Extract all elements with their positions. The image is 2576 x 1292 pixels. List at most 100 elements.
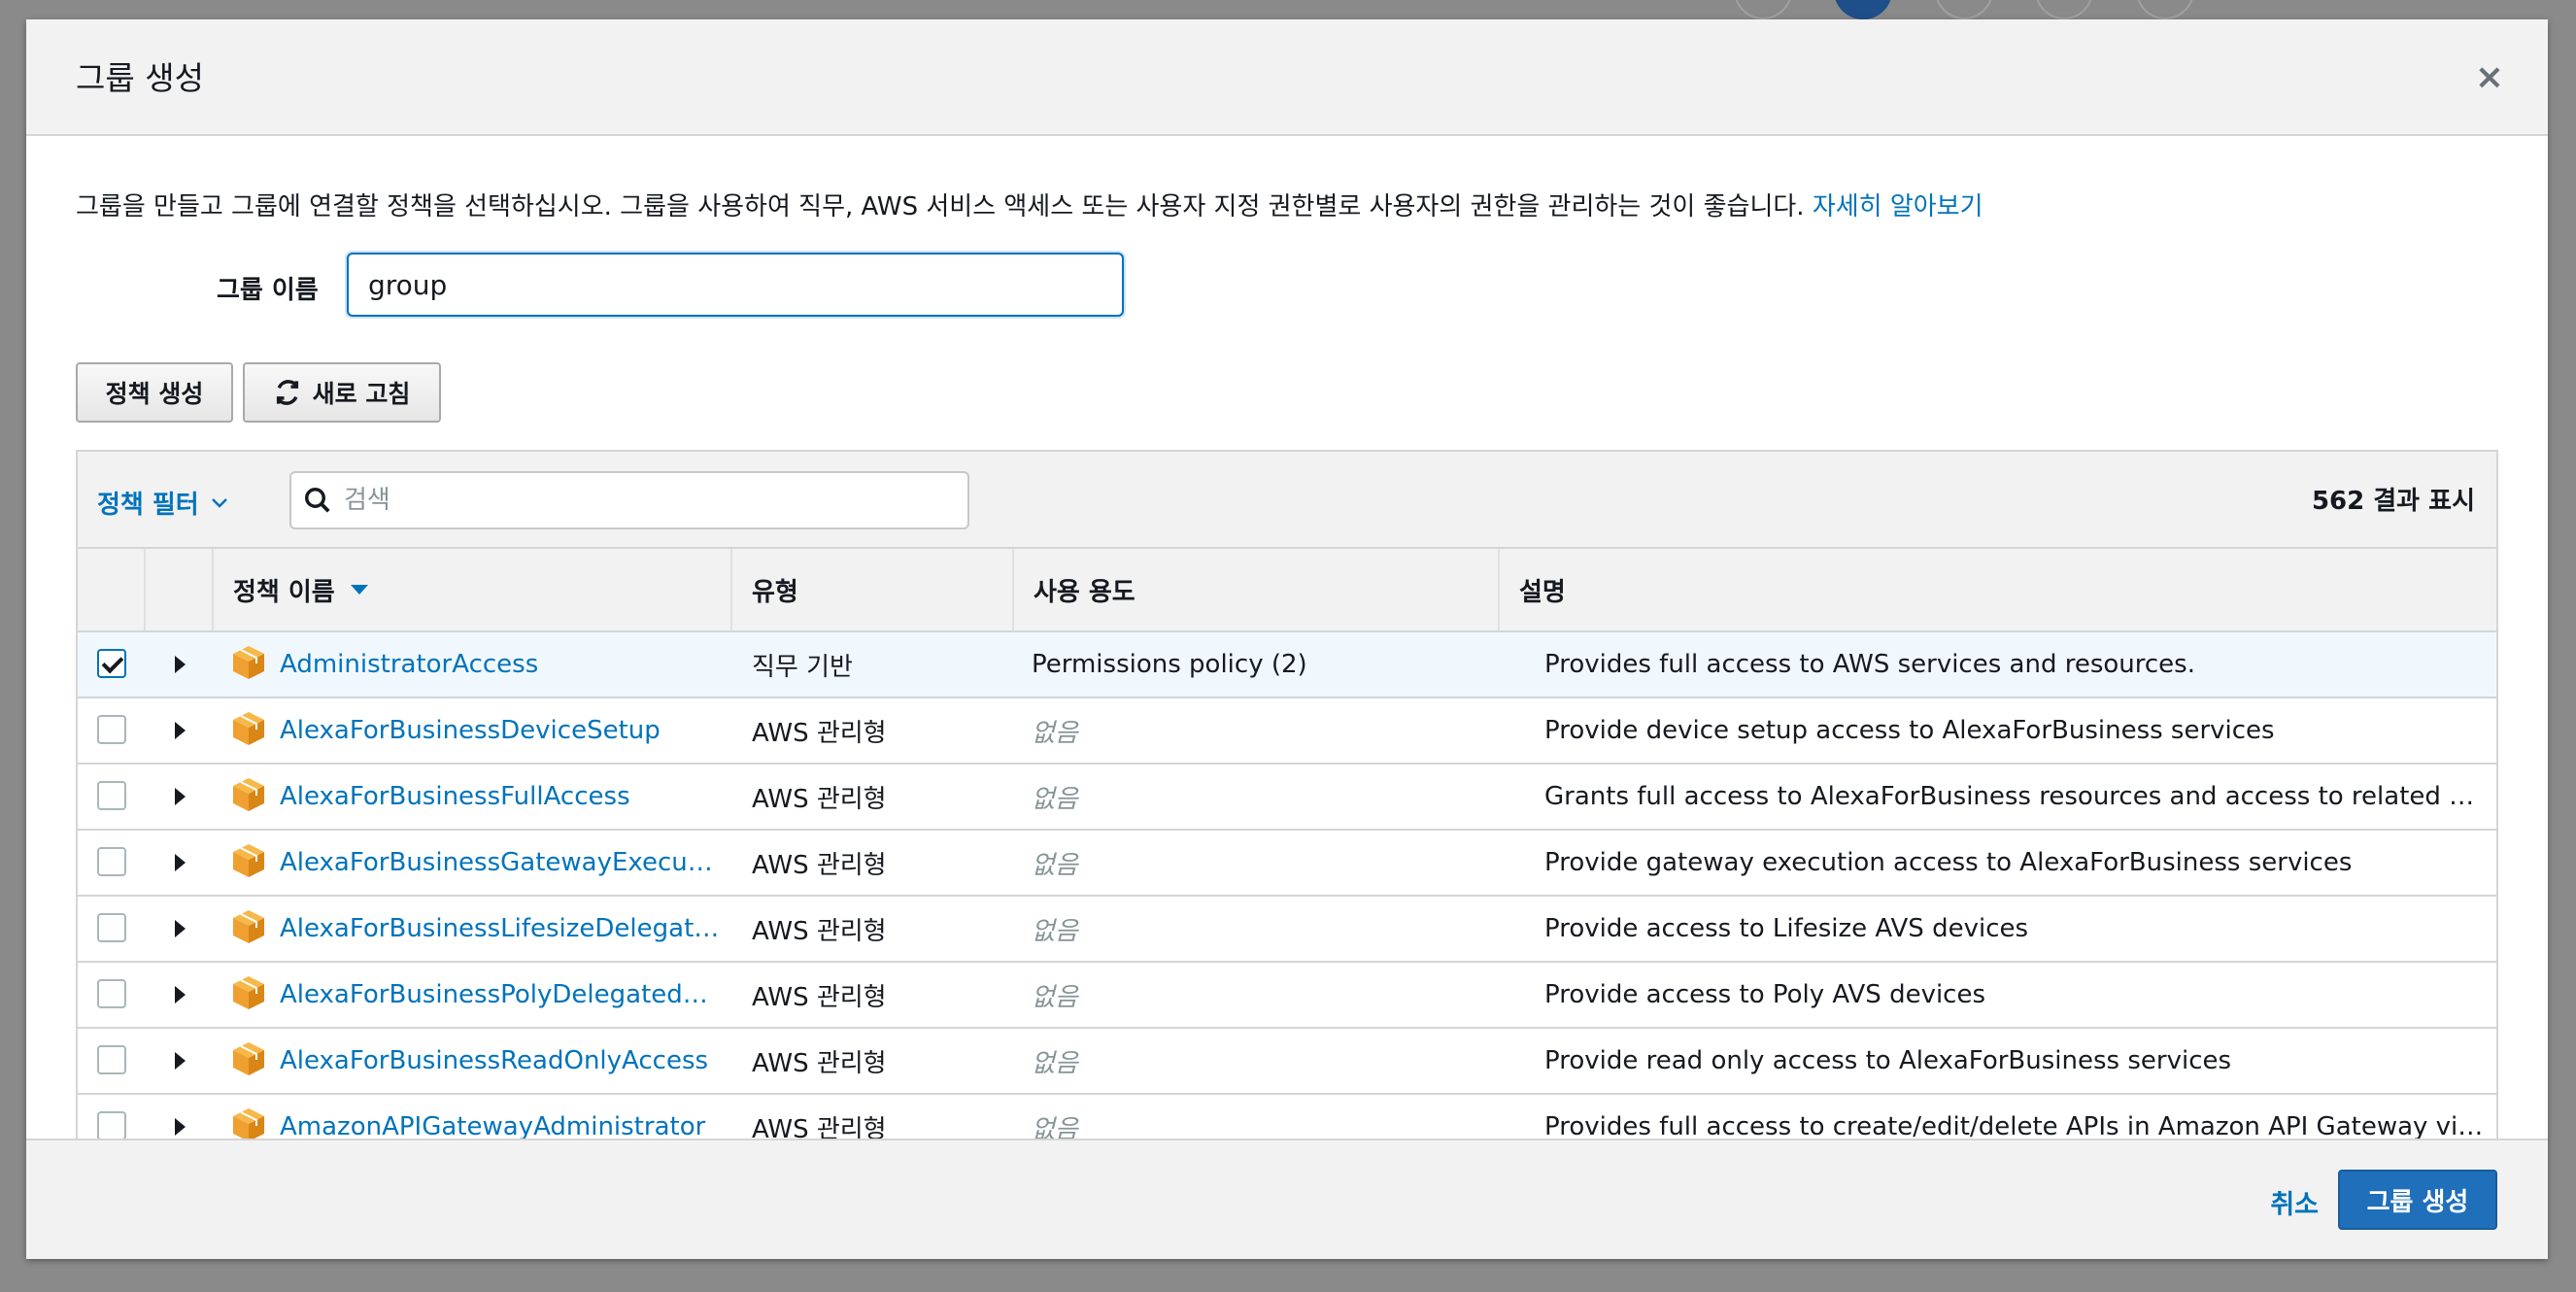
policy-usage: Permissions policy (2): [1032, 650, 1307, 679]
policy-filter-toggle[interactable]: 정책 필터: [97, 485, 228, 521]
policy-usage: 없음: [1032, 718, 1078, 748]
table-header: 정책 이름 유형 사용 용도 설명: [78, 549, 2496, 632]
row-checkbox[interactable]: [97, 1045, 126, 1074]
header-usage[interactable]: 사용 용도: [1014, 549, 1500, 630]
policy-description: Provide read only access to AlexaForBusi…: [1544, 1046, 2232, 1075]
policy-name-link[interactable]: AlexaForBusinessLifesizeDelegat…: [280, 897, 765, 961]
header-policy-name[interactable]: 정책 이름: [214, 549, 732, 630]
chevron-down-icon: [211, 497, 227, 508]
table-row[interactable]: AdministratorAccess 직무 기반 Permissions poli…: [78, 632, 2496, 698]
policy-table: 정책 필터 562 결과 표시 정책 이름: [76, 450, 2498, 1159]
modal-footer: 취소 그룹 생성: [26, 1139, 2548, 1259]
expand-caret-icon[interactable]: [175, 1052, 186, 1070]
header-description-label: 설명: [1519, 577, 1566, 607]
create-group-modal: 그룹 생성 × 그룹을 만들고 그룹에 연결할 정책을 선택하십시오. 그룹을 …: [26, 19, 2548, 1259]
policy-type: AWS 관리형: [752, 982, 887, 1012]
modal-title: 그룹 생성: [76, 59, 204, 97]
table-row[interactable]: AlexaForBusinessReadOnlyAccess AWS 관리형 없음 P…: [78, 1029, 2496, 1095]
result-count: 562 결과 표시: [2311, 487, 2475, 516]
expand-caret-icon[interactable]: [175, 722, 186, 739]
group-name-input[interactable]: [347, 253, 1124, 317]
policy-description: Provide access to Lifesize AVS devices: [1544, 914, 2029, 943]
expand-caret-icon[interactable]: [175, 656, 186, 673]
policy-usage: 없음: [1032, 784, 1078, 814]
sort-desc-icon: [350, 585, 368, 595]
row-checkbox[interactable]: [97, 979, 126, 1008]
policy-type: AWS 관리형: [752, 850, 887, 880]
row-checkbox[interactable]: [97, 847, 126, 876]
policy-usage: 없음: [1032, 1048, 1078, 1078]
header-type[interactable]: 유형: [732, 549, 1014, 630]
header-select-column: [78, 549, 146, 630]
table-row[interactable]: AlexaForBusinessLifesizeDelegat… AWS 관리형 없…: [78, 897, 2496, 963]
search-icon: [305, 488, 330, 513]
wizard-step-dot: [1935, 0, 1993, 19]
policy-description: Provides full access to AWS services and…: [1544, 650, 2195, 679]
wizard-steps: [0, 0, 2576, 19]
row-checkbox[interactable]: [97, 781, 126, 810]
search-box[interactable]: [289, 471, 969, 529]
wizard-step-dot-active: [1834, 0, 1892, 19]
group-name-label: 그룹 이름: [217, 276, 319, 305]
refresh-label: 새로 고침: [312, 380, 411, 408]
policy-cube-icon: [233, 646, 264, 679]
table-row[interactable]: AlexaForBusinessPolyDelegated… AWS 관리형 없음 P…: [78, 963, 2496, 1029]
create-policy-button[interactable]: 정책 생성: [76, 362, 233, 423]
policy-description: Provide gateway execution access to Alex…: [1544, 848, 2353, 877]
header-description[interactable]: 설명: [1500, 549, 2496, 630]
policy-cube-icon: [233, 778, 264, 811]
policy-name-link[interactable]: AlexaForBusinessDeviceSetup: [280, 698, 765, 763]
expand-caret-icon[interactable]: [175, 986, 186, 1003]
policy-description: Provide device setup access to AlexaForB…: [1544, 716, 2275, 745]
policy-usage: 없음: [1032, 916, 1078, 946]
policy-cube-icon: [233, 712, 264, 745]
policy-type: 직무 기반: [752, 652, 853, 682]
policy-name-link[interactable]: AlexaForBusinessReadOnlyAccess: [280, 1029, 765, 1093]
expand-caret-icon[interactable]: [175, 788, 186, 805]
intro-description: 그룹을 만들고 그룹에 연결할 정책을 선택하십시오. 그룹을 사용하여 직무,…: [76, 192, 1805, 221]
table-row[interactable]: AlexaForBusinessDeviceSetup AWS 관리형 없음 Prov…: [78, 698, 2496, 765]
header-usage-label: 사용 용도: [1034, 577, 1135, 607]
table-row[interactable]: AlexaForBusinessFullAccess AWS 관리형 없음 Grant…: [78, 765, 2496, 831]
policy-description: Provide access to Poly AVS devices: [1544, 980, 1986, 1009]
policy-type: AWS 관리형: [752, 784, 887, 814]
create-group-button[interactable]: 그룹 생성: [2338, 1170, 2497, 1230]
filter-bar: 정책 필터 562 결과 표시: [78, 452, 2496, 549]
header-policy-name-label: 정책 이름: [233, 577, 335, 607]
policy-type: AWS 관리형: [752, 1048, 887, 1078]
header-type-label: 유형: [752, 577, 798, 607]
create-policy-label: 정책 생성: [105, 380, 204, 408]
policy-type: AWS 관리형: [752, 916, 887, 946]
row-checkbox[interactable]: [97, 1111, 126, 1140]
policy-cube-icon: [233, 1042, 264, 1075]
table-row[interactable]: AlexaForBusinessGatewayExecu… AWS 관리형 없음 Pr…: [78, 831, 2496, 897]
close-icon[interactable]: ×: [2470, 58, 2509, 97]
refresh-button[interactable]: 새로 고침: [243, 362, 441, 423]
wizard-step-dot: [2035, 0, 2093, 19]
policy-cube-icon: [233, 844, 264, 877]
policy-name-link[interactable]: AdministratorAccess: [280, 632, 765, 697]
policy-type: AWS 관리형: [752, 718, 887, 748]
expand-caret-icon[interactable]: [175, 920, 186, 937]
learn-more-link[interactable]: 자세히 알아보기: [1813, 192, 1983, 221]
expand-caret-icon[interactable]: [175, 1118, 186, 1136]
policy-usage: 없음: [1032, 982, 1078, 1012]
expand-caret-icon[interactable]: [175, 854, 186, 871]
row-checkbox[interactable]: [97, 715, 126, 744]
policy-filter-label: 정책 필터: [97, 491, 199, 520]
search-input[interactable]: [342, 485, 948, 516]
modal-header: 그룹 생성 ×: [26, 19, 2548, 136]
policy-cube-icon: [233, 910, 264, 943]
policy-cube-icon: [233, 976, 264, 1009]
policy-usage: 없음: [1032, 850, 1078, 880]
wizard-step-dot: [1734, 0, 1792, 19]
wizard-step-dot: [2136, 0, 2194, 19]
refresh-icon: [276, 380, 298, 405]
policy-name-link[interactable]: AlexaForBusinessGatewayExecu…: [280, 831, 765, 895]
policy-name-link[interactable]: AlexaForBusinessFullAccess: [280, 765, 765, 829]
cancel-button[interactable]: 취소: [2270, 1183, 2319, 1221]
header-expand-column: [146, 549, 214, 630]
row-checkbox[interactable]: [97, 913, 126, 942]
row-checkbox[interactable]: [97, 649, 126, 678]
policy-name-link[interactable]: AlexaForBusinessPolyDelegated…: [280, 963, 765, 1027]
